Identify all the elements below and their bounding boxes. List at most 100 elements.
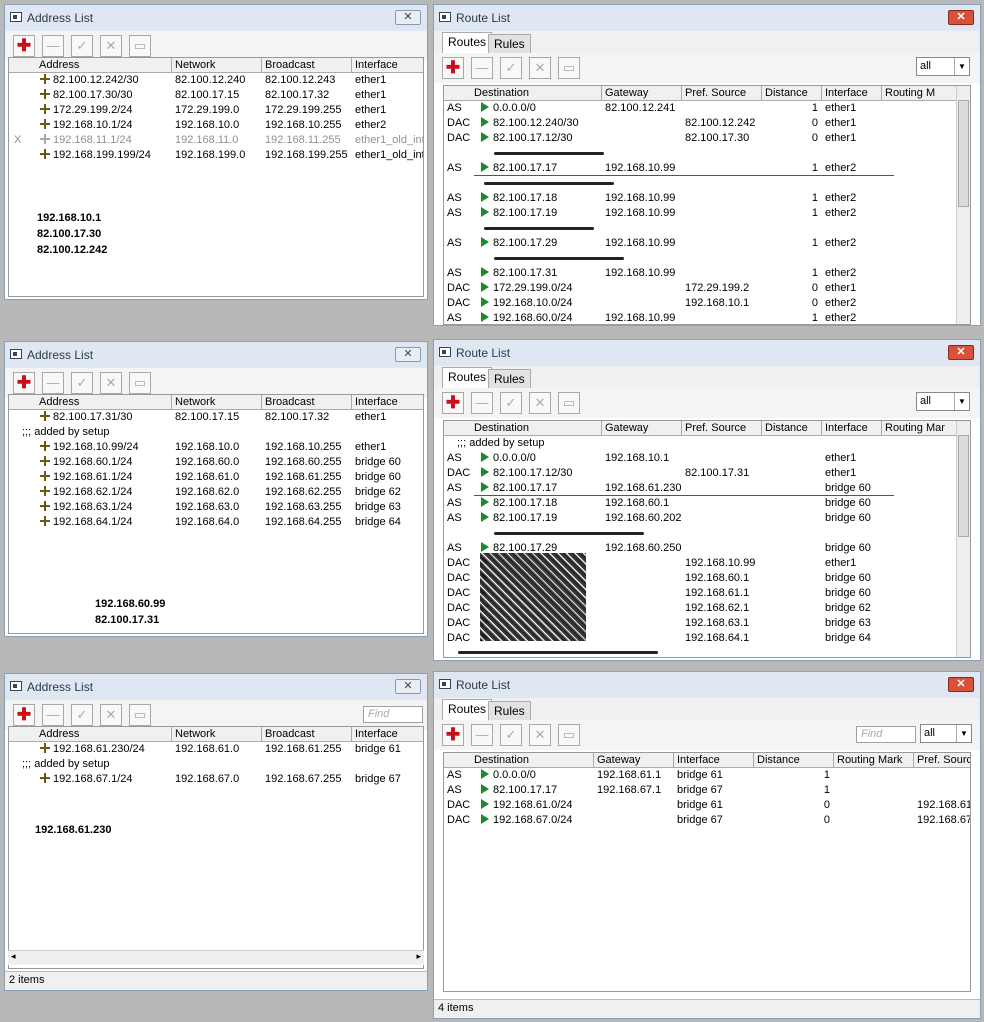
enable-button[interactable]: ✓ — [500, 57, 522, 79]
table-row[interactable]: 192.168.10.99/24 192.168.10.0 192.168.10.2… — [9, 440, 423, 455]
comment-button[interactable]: ▭ — [558, 57, 580, 79]
comment-button[interactable]: ▭ — [558, 392, 580, 414]
comment-button[interactable]: ▭ — [129, 704, 151, 726]
table-row[interactable]: DAC 82.100.17.12/30 82.100.17.30 0 ether1 — [444, 131, 958, 146]
column-header[interactable]: Distance — [762, 86, 822, 101]
tab-routes[interactable]: Routes — [442, 367, 493, 388]
table-row[interactable]: AS 192.168.60.0/24 192.168.10.99 1 ether2 — [444, 311, 958, 324]
table-row[interactable]: AS 82.100.17.18 192.168.60.1 bridge 60 — [444, 496, 958, 511]
disable-button[interactable]: ✕ — [529, 392, 551, 414]
comment-row[interactable]: ;;; added by setup — [9, 757, 423, 772]
table-row[interactable]: 82.100.12.242/30 82.100.12.240 82.100.12.2… — [9, 73, 423, 88]
table-row[interactable]: AS 0.0.0.0/0 192.168.10.1 ether1 — [444, 451, 958, 466]
table-row[interactable]: AS 82.100.17.17 192.168.10.99 1 ether2 — [444, 161, 958, 176]
column-header[interactable]: Gateway — [602, 421, 682, 436]
find-input[interactable]: Find — [856, 726, 916, 743]
column-header[interactable]: Interface — [674, 753, 754, 768]
column-header[interactable]: Distance — [754, 753, 834, 768]
table-row[interactable]: AS 82.100.17.18 192.168.10.99 1 ether2 — [444, 191, 958, 206]
scroll-right-icon[interactable]: ▸ — [416, 951, 421, 962]
column-header[interactable]: Interface — [352, 395, 423, 410]
filter-select[interactable]: all ▼ — [916, 392, 970, 411]
column-header[interactable]: Gateway — [602, 86, 682, 101]
table-row[interactable]: AS 82.100.17.17 192.168.67.1 bridge 67 1 — [444, 783, 958, 798]
table-row[interactable]: AS 82.100.17.29 192.168.10.99 1 ether2 — [444, 236, 958, 251]
add-button[interactable]: ✚ — [13, 35, 35, 57]
table-row[interactable]: 192.168.64.1/24 192.168.64.0 192.168.64.25… — [9, 515, 423, 530]
scroll-thumb[interactable] — [958, 100, 969, 207]
table-row[interactable]: 82.100.17.31/30 82.100.17.15 82.100.17.32 e… — [9, 410, 423, 425]
disable-button[interactable]: ✕ — [100, 35, 122, 57]
table-row[interactable]: AS 0.0.0.0/0 82.100.12.241 1 ether1 — [444, 101, 958, 116]
column-header[interactable]: Network — [172, 727, 262, 742]
add-button[interactable]: ✚ — [442, 392, 464, 414]
table-row[interactable]: DAC 192.168.61.0/24 bridge 61 0 192.168.61.2… — [444, 798, 970, 813]
close-icon[interactable]: ✕ — [395, 10, 421, 25]
remove-button[interactable]: — — [471, 724, 493, 746]
column-header[interactable]: Network — [172, 395, 262, 410]
column-header[interactable]: Broadcast — [262, 727, 352, 742]
disable-button[interactable]: ✕ — [100, 372, 122, 394]
title-bar[interactable]: Address List ✕ — [5, 5, 427, 32]
close-icon[interactable]: ✕ — [395, 679, 421, 694]
table-row[interactable]: AS 82.100.17.17 192.168.61.230 bridge 60 — [444, 481, 958, 496]
tab-routes[interactable]: Routes — [442, 699, 493, 720]
add-button[interactable]: ✚ — [13, 372, 35, 394]
disable-button[interactable]: ✕ — [529, 724, 551, 746]
enable-button[interactable]: ✓ — [500, 724, 522, 746]
column-header[interactable]: Destination — [444, 753, 594, 768]
remove-button[interactable]: — — [471, 392, 493, 414]
column-header[interactable]: Gateway — [594, 753, 674, 768]
table-row[interactable]: DAC 192.168.10.0/24 192.168.10.1 0 ether2 — [444, 296, 958, 311]
disable-button[interactable]: ✕ — [529, 57, 551, 79]
table-row[interactable]: 192.168.67.1/24 192.168.67.0 192.168.67.25… — [9, 772, 423, 787]
tab-rules[interactable]: Rules — [488, 34, 531, 53]
comment-button[interactable]: ▭ — [129, 35, 151, 57]
horizontal-scrollbar[interactable]: ◂ ▸ — [8, 950, 424, 965]
scroll-thumb[interactable] — [958, 435, 969, 537]
filter-select[interactable]: all ▼ — [920, 724, 972, 743]
column-header[interactable]: Pref. Source — [682, 86, 762, 101]
table-row[interactable]: 192.168.10.1/24 192.168.10.0 192.168.10.25… — [9, 118, 423, 133]
table-row[interactable]: 192.168.63.1/24 192.168.63.0 192.168.63.25… — [9, 500, 423, 515]
close-icon[interactable]: ✕ — [395, 347, 421, 362]
table-row[interactable]: DAC 82.100.17.12/30 82.100.17.31 ether1 — [444, 466, 958, 481]
table-row[interactable]: AS 0.0.0.0/0 192.168.61.1 bridge 61 1 — [444, 768, 958, 783]
title-bar[interactable]: Address List ✕ — [5, 674, 427, 701]
comment-row[interactable]: ;;; added by setup — [9, 425, 423, 440]
tab-rules[interactable]: Rules — [488, 369, 531, 388]
title-bar[interactable]: Route List ✕ — [434, 5, 980, 32]
column-header[interactable]: Pref. Source — [914, 753, 970, 768]
remove-button[interactable]: — — [42, 35, 64, 57]
table-row[interactable]: 192.168.62.1/24 192.168.62.0 192.168.62.25… — [9, 485, 423, 500]
title-bar[interactable]: Route List ✕ — [434, 672, 980, 699]
table-row[interactable]: 192.168.199.199/24 192.168.199.0 192.168.1… — [9, 148, 423, 163]
column-header[interactable]: Destination — [444, 86, 602, 101]
column-header[interactable]: Broadcast — [262, 395, 352, 410]
table-row[interactable]: AS 82.100.17.19 192.168.60.202 bridge 60 — [444, 511, 958, 526]
comment-button[interactable]: ▭ — [558, 724, 580, 746]
table-row[interactable]: 82.100.17.30/30 82.100.17.15 82.100.17.32 e… — [9, 88, 423, 103]
table-row[interactable]: 192.168.61.1/24 192.168.61.0 192.168.61.25… — [9, 470, 423, 485]
add-button[interactable]: ✚ — [442, 57, 464, 79]
column-header[interactable]: Interface — [352, 58, 423, 73]
close-icon[interactable]: ✕ — [948, 345, 974, 360]
tab-rules[interactable]: Rules — [488, 701, 531, 720]
close-icon[interactable]: ✕ — [948, 677, 974, 692]
column-header[interactable]: Interface — [822, 86, 882, 101]
table-row[interactable]: 192.168.61.230/24 192.168.61.0 192.168.61.… — [9, 742, 423, 757]
table-row[interactable]: DAC 192.168.67.0/24 bridge 67 0 192.168.67.1 — [444, 813, 970, 828]
title-bar[interactable]: Address List ✕ — [5, 342, 427, 369]
vertical-scrollbar[interactable] — [956, 421, 970, 657]
close-icon[interactable]: ✕ — [948, 10, 974, 25]
table-row[interactable]: AS 82.100.17.19 192.168.10.99 1 ether2 — [444, 206, 958, 221]
enable-button[interactable]: ✓ — [71, 704, 93, 726]
column-header[interactable]: Broadcast — [262, 58, 352, 73]
remove-button[interactable]: — — [471, 57, 493, 79]
find-input[interactable]: Find — [363, 706, 423, 723]
disable-button[interactable]: ✕ — [100, 704, 122, 726]
column-header[interactable]: Destination — [444, 421, 602, 436]
enable-button[interactable]: ✓ — [71, 35, 93, 57]
comment-button[interactable]: ▭ — [129, 372, 151, 394]
column-header[interactable]: Interface — [352, 727, 423, 742]
